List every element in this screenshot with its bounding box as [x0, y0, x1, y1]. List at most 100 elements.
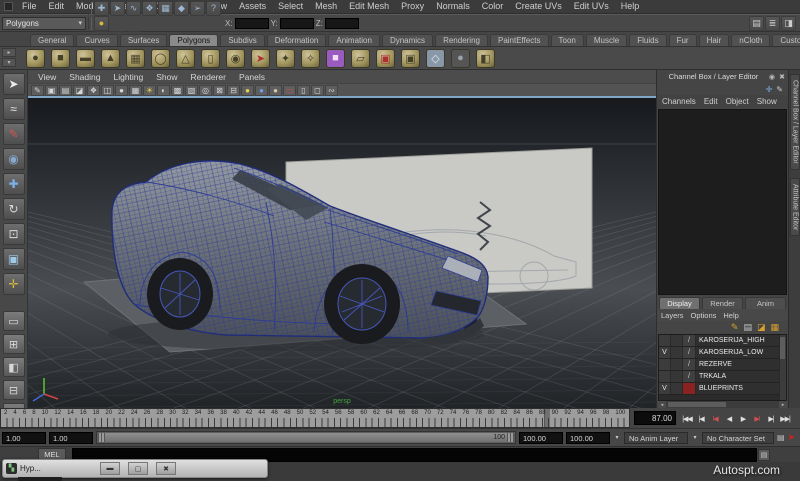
close-icon[interactable]: ✖	[779, 74, 785, 81]
scale-tool-icon[interactable]: ⊡	[3, 223, 25, 245]
layer-visibility-toggle[interactable]	[659, 359, 671, 370]
y-input[interactable]	[280, 18, 314, 29]
lasso-tool-icon[interactable]: ≈	[3, 98, 25, 120]
layer-playback-toggle[interactable]	[671, 347, 683, 358]
menu-item[interactable]: Select	[272, 1, 309, 11]
minimize-button[interactable]: ▬	[100, 462, 120, 475]
quick-help-icon[interactable]: ?	[206, 1, 221, 16]
poly-torus-icon[interactable]: ◯	[151, 49, 170, 68]
menu-set-selector[interactable]: Polygons ▾	[2, 17, 86, 30]
pencil-icon[interactable]: ✎	[776, 85, 783, 94]
symmetry-icon[interactable]: ◆	[174, 1, 189, 16]
camera-lock-icon[interactable]: ▣	[45, 85, 58, 96]
layer-visibility-toggle[interactable]: V	[659, 383, 671, 394]
create-layer-from-selected-icon[interactable]: ◪	[757, 322, 766, 333]
select-hierarchy-icon[interactable]: ✚	[94, 1, 109, 16]
scroll-right-icon[interactable]: ▸	[779, 401, 787, 408]
rotate-tool-icon[interactable]: ↻	[3, 198, 25, 220]
use-all-lights-icon[interactable]: ☀	[143, 85, 156, 96]
layer-color-swatch[interactable]: /	[683, 359, 696, 370]
range-grip-left[interactable]	[98, 433, 105, 442]
x-input[interactable]	[235, 18, 269, 29]
four-pane-layout-icon[interactable]: ⊞	[3, 334, 25, 354]
animation-end-field[interactable]: 100.00	[566, 432, 610, 444]
select-component-icon[interactable]: ∿	[126, 1, 141, 16]
extrude-icon[interactable]: ➤	[251, 49, 270, 68]
shelf-tab[interactable]: Subdivs	[220, 34, 264, 46]
go-to-start-button[interactable]: |◀◀	[680, 412, 694, 426]
manipulator-axis-icon[interactable]: ✛	[766, 85, 773, 94]
smooth-icon[interactable]: ◉	[226, 49, 245, 68]
menu-item[interactable]: Edit	[43, 1, 71, 11]
menu-item[interactable]: Edit UVs	[568, 1, 615, 11]
layer-editor-tab[interactable]: Anim	[745, 297, 786, 309]
step-forward-frame-button[interactable]: ▶|	[764, 412, 778, 426]
menu-item[interactable]: File	[16, 1, 43, 11]
channel-box-menu-item[interactable]: Channels	[662, 97, 696, 106]
shelf-tab[interactable]: Curves	[76, 34, 117, 46]
make-live-icon[interactable]: ▦	[158, 1, 173, 16]
layer-editor-tab[interactable]: Display	[659, 297, 700, 309]
isolate-select-icon[interactable]: ◎	[199, 85, 212, 96]
hypershade-layout-icon[interactable]: ⊟	[3, 380, 25, 400]
layer-color-swatch[interactable]: /	[683, 335, 696, 346]
show-manipulator-tool-icon[interactable]: ✛	[3, 273, 25, 295]
maximize-button[interactable]: ▢	[128, 462, 148, 475]
move-tool-icon[interactable]: ✚	[3, 173, 25, 195]
default-light-icon[interactable]: ●	[241, 85, 254, 96]
layer-name[interactable]: BLUEPRINTS	[696, 383, 779, 394]
bridge-icon[interactable]: ✧	[301, 49, 320, 68]
safe-action-icon[interactable]: ◻	[311, 85, 324, 96]
shelf-tab[interactable]: Animation	[328, 34, 380, 46]
side-tab[interactable]: Channel Box / Layer Editor	[790, 74, 800, 170]
film-gate-icon[interactable]: ▯	[297, 85, 310, 96]
layer-horizontal-scrollbar[interactable]: ◂ ▸	[658, 401, 787, 408]
step-back-frame-button[interactable]: |◀	[694, 412, 708, 426]
timeline-ruler[interactable]: 2 4 6 8 10 12 14 16 18 20 22 24	[0, 408, 630, 428]
soft-modification-tool-icon[interactable]: ◉	[3, 148, 25, 170]
shelf-tab[interactable]: Hair	[699, 34, 730, 46]
layer-row[interactable]: / KAROSERIJA_HIGH	[659, 335, 779, 347]
layer-color-swatch[interactable]	[683, 383, 696, 394]
range-grip-right[interactable]	[507, 433, 514, 442]
current-time-field[interactable]: 87.00	[634, 411, 676, 425]
layer-row[interactable]: / TRKALA	[659, 371, 779, 383]
layer-editor-menu-item[interactable]: Layers	[661, 311, 684, 320]
snap-together-icon[interactable]: ❖	[142, 1, 157, 16]
layer-row[interactable]: / REZERVE	[659, 359, 779, 371]
layer-visibility-toggle[interactable]	[659, 335, 671, 346]
layer-playback-toggle[interactable]	[671, 371, 683, 382]
play-forwards-button[interactable]: ▶	[736, 412, 750, 426]
layer-visibility-toggle[interactable]: V	[659, 347, 671, 358]
persp-outliner-layout-icon[interactable]: ◧	[3, 357, 25, 377]
pan-zoom-icon[interactable]: ❖	[87, 85, 100, 96]
layer-visibility-toggle[interactable]	[659, 371, 671, 382]
prev-key-button[interactable]: !◀	[708, 412, 722, 426]
key-light-icon[interactable]: ●	[255, 85, 268, 96]
layer-color-swatch[interactable]: /	[683, 371, 696, 382]
panel-menu-item[interactable]: Renderer	[185, 72, 232, 82]
range-slider-handle[interactable]: 100	[98, 433, 514, 442]
textured-display-icon[interactable]: ▦	[129, 85, 142, 96]
menu-item[interactable]: Proxy	[395, 1, 430, 11]
scrollbar-thumb[interactable]	[668, 402, 726, 407]
play-backwards-button[interactable]: ◀	[722, 412, 736, 426]
z-input[interactable]	[325, 18, 359, 29]
smooth-shade-icon[interactable]: ●	[115, 85, 128, 96]
side-tab[interactable]: Attribute Editor	[790, 178, 800, 236]
mirror-geometry-icon[interactable]: ◧	[476, 49, 495, 68]
create-empty-layer-icon[interactable]: ▤	[743, 322, 752, 333]
layer-editor-menu-item[interactable]: Help	[723, 311, 738, 320]
xray-display-icon[interactable]: ⊠	[213, 85, 226, 96]
camera-bookmark-icon[interactable]: ▤	[59, 85, 72, 96]
layer-name[interactable]: KAROSERIJA_HIGH	[696, 335, 779, 346]
channel-box-menu-item[interactable]: Object	[726, 97, 749, 106]
layer-playback-toggle[interactable]	[671, 383, 683, 394]
single-pane-layout-icon[interactable]: ▭	[3, 311, 25, 331]
node-editor-icon[interactable]: ∾	[325, 85, 338, 96]
resolution-gate-icon[interactable]: ▭	[283, 85, 296, 96]
menu-item[interactable]: Color	[476, 1, 510, 11]
perspective-viewport[interactable]: View Shading Lighting Show Renderer Pane…	[28, 70, 656, 408]
layer-name[interactable]: TRKALA	[696, 371, 779, 382]
layer-editor-menu-item[interactable]: Options	[691, 311, 717, 320]
